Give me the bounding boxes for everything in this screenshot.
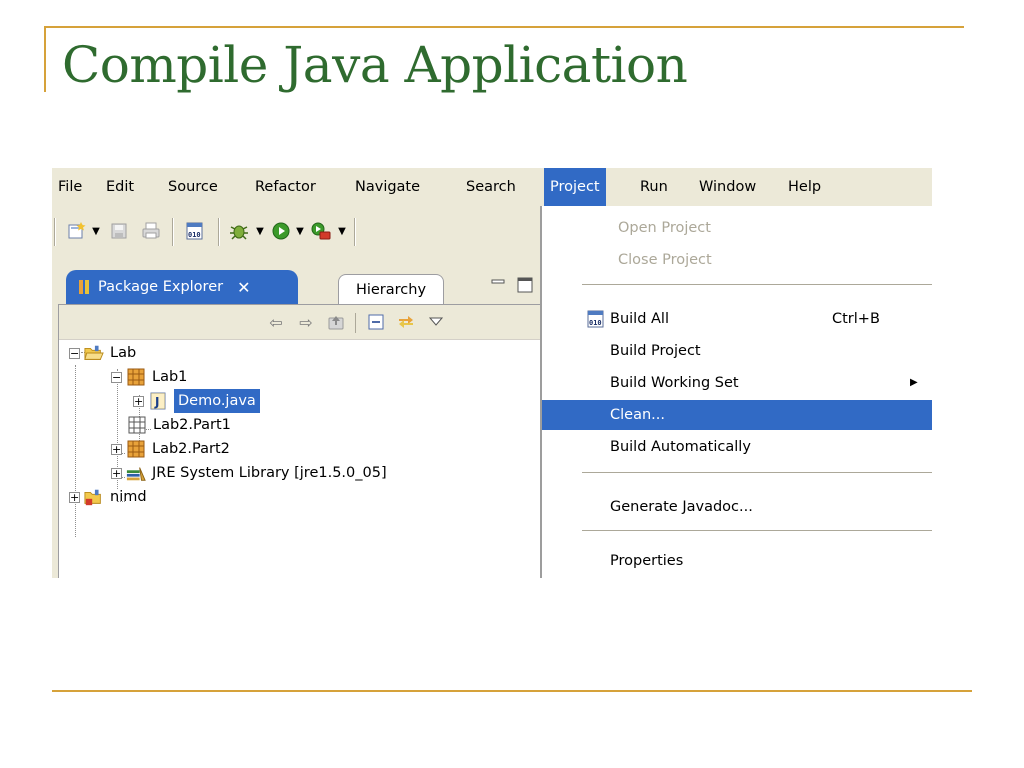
link-with-editor-icon[interactable] (395, 311, 417, 333)
new-wizard-icon[interactable] (66, 220, 88, 242)
svg-text:010: 010 (589, 319, 602, 327)
tab-hierarchy[interactable]: Hierarchy (338, 274, 444, 305)
menu-window[interactable]: Window (693, 168, 762, 206)
tree-label: Lab2.Part1 (153, 417, 231, 433)
tree-row-project-lab[interactable]: − Lab (69, 341, 136, 365)
menu-item-build-working-set[interactable]: Build Working Set ▶ (542, 368, 932, 398)
menu-item-close-project[interactable]: Close Project (542, 245, 932, 275)
close-icon[interactable]: ✕ (237, 278, 250, 297)
maximize-icon[interactable] (516, 276, 534, 294)
tree-label: JRE System Library [jre1.5.0_05] (152, 465, 387, 481)
project-menu: Open Project Close Project 010 Build All… (540, 206, 932, 578)
collapse-toggle-icon[interactable]: − (111, 371, 122, 383)
menu-item-build-project[interactable]: Build Project (542, 336, 932, 366)
tree-label: Lab (110, 345, 137, 361)
expand-toggle-icon[interactable]: + (133, 395, 144, 407)
debug-icon[interactable] (228, 220, 250, 242)
chevron-down-icon[interactable]: ▼ (336, 220, 348, 242)
back-icon[interactable]: ⇦ (265, 311, 287, 333)
external-tools-icon[interactable] (310, 220, 332, 242)
toolbar-separator (54, 218, 56, 246)
menu-edit[interactable]: Edit (100, 168, 140, 206)
java-file-icon: J (148, 392, 168, 410)
forward-icon[interactable]: ⇨ (295, 311, 317, 333)
tree-label: Lab2.Part2 (152, 441, 230, 457)
collapse-toggle-icon[interactable]: − (69, 347, 80, 359)
tree-row-package-lab1[interactable]: − Lab1 (111, 365, 187, 389)
tree-row-package-lab2-part1[interactable]: Lab2.Part1 (127, 413, 231, 437)
slide-bottom-rule (52, 690, 972, 692)
menu-separator (582, 530, 932, 531)
menu-run[interactable]: Run (634, 168, 674, 206)
menu-navigate[interactable]: Navigate (349, 168, 426, 206)
menu-item-generate-javadoc[interactable]: Generate Javadoc... (542, 492, 932, 522)
tab-label: Package Explorer (98, 279, 224, 295)
expand-toggle-icon[interactable]: + (111, 467, 122, 479)
tree-row-file-demo-java[interactable]: + J Demo.java (133, 389, 260, 413)
project-folder-error-icon (84, 488, 104, 506)
tab-label: Hierarchy (355, 282, 427, 298)
view-controls (490, 272, 534, 298)
menu-refactor[interactable]: Refactor (249, 168, 322, 206)
toolbar-separator (354, 218, 356, 246)
svg-text:J: J (154, 395, 159, 409)
open-project-folder-icon (84, 344, 104, 362)
package-icon (126, 368, 146, 386)
library-icon (126, 464, 146, 482)
main-toolbar: ▼ 010 ▼ ▼ ▼ (52, 206, 542, 264)
collapse-all-icon[interactable] (365, 311, 387, 333)
build-all-icon[interactable]: 010 (184, 220, 206, 242)
chevron-down-icon[interactable]: ▼ (294, 220, 306, 242)
view-toolbar-separator (355, 313, 356, 333)
run-icon[interactable] (270, 220, 292, 242)
package-icon (126, 440, 146, 458)
view-menu-icon[interactable] (425, 311, 447, 333)
save-icon[interactable] (108, 220, 130, 242)
up-icon[interactable] (325, 311, 347, 333)
toolbar-separator (218, 218, 220, 246)
tree-label: Lab1 (152, 369, 188, 385)
shortcut-label: Ctrl+B (832, 311, 880, 327)
menu-file[interactable]: File (52, 168, 88, 206)
tab-package-explorer[interactable]: Package Explorer ✕ (66, 270, 298, 304)
toolbar-separator (172, 218, 174, 246)
menu-item-build-all[interactable]: 010 Build All Ctrl+B (542, 304, 932, 334)
menu-separator (582, 472, 932, 473)
view-tab-strip: Package Explorer ✕ Hierarchy (58, 264, 542, 305)
menu-help[interactable]: Help (782, 168, 827, 206)
build-all-icon: 010 (586, 309, 606, 329)
print-icon[interactable] (140, 220, 162, 242)
slide-title: Compile Java Application (62, 36, 688, 94)
slide-left-rule (44, 26, 46, 92)
tree-connector (75, 365, 77, 537)
tree-row-project-nimd[interactable]: + nimd (69, 485, 147, 509)
view-body: ⇦ ⇨ − Lab − Lab1 + J Demo.java Lab2.Part… (58, 304, 541, 578)
menu-search[interactable]: Search (460, 168, 522, 206)
menu-source[interactable]: Source (162, 168, 224, 206)
tree-label-selected: Demo.java (174, 389, 260, 413)
menu-separator (582, 284, 932, 285)
menu-project[interactable]: Project (544, 168, 606, 206)
view-toolbar: ⇦ ⇨ (59, 305, 541, 340)
eclipse-screenshot: File Edit Source Refactor Navigate Searc… (52, 168, 932, 578)
empty-package-icon (127, 416, 147, 434)
chevron-down-icon[interactable]: ▼ (90, 220, 102, 242)
menu-item-build-automatically[interactable]: Build Automatically (542, 432, 932, 462)
submenu-arrow-icon: ▶ (910, 377, 918, 388)
svg-text:010: 010 (188, 231, 201, 239)
tree-label: nimd (110, 489, 147, 505)
tree-row-jre-library[interactable]: + JRE System Library [jre1.5.0_05] (111, 461, 387, 485)
package-explorer-icon (78, 279, 90, 295)
menu-bar: File Edit Source Refactor Navigate Searc… (52, 168, 932, 207)
slide-top-rule (44, 26, 964, 28)
menu-item-clean[interactable]: Clean... (542, 400, 932, 430)
expand-toggle-icon[interactable]: + (111, 443, 122, 455)
package-explorer-view: Package Explorer ✕ Hierarchy ⇦ ⇨ − Lab −… (58, 264, 542, 578)
chevron-down-icon[interactable]: ▼ (254, 220, 266, 242)
minimize-icon[interactable] (490, 277, 506, 293)
tree-row-package-lab2-part2[interactable]: + Lab2.Part2 (111, 437, 230, 461)
expand-toggle-icon[interactable]: + (69, 491, 80, 503)
menu-item-open-project[interactable]: Open Project (542, 213, 932, 243)
menu-item-properties[interactable]: Properties (542, 546, 932, 576)
